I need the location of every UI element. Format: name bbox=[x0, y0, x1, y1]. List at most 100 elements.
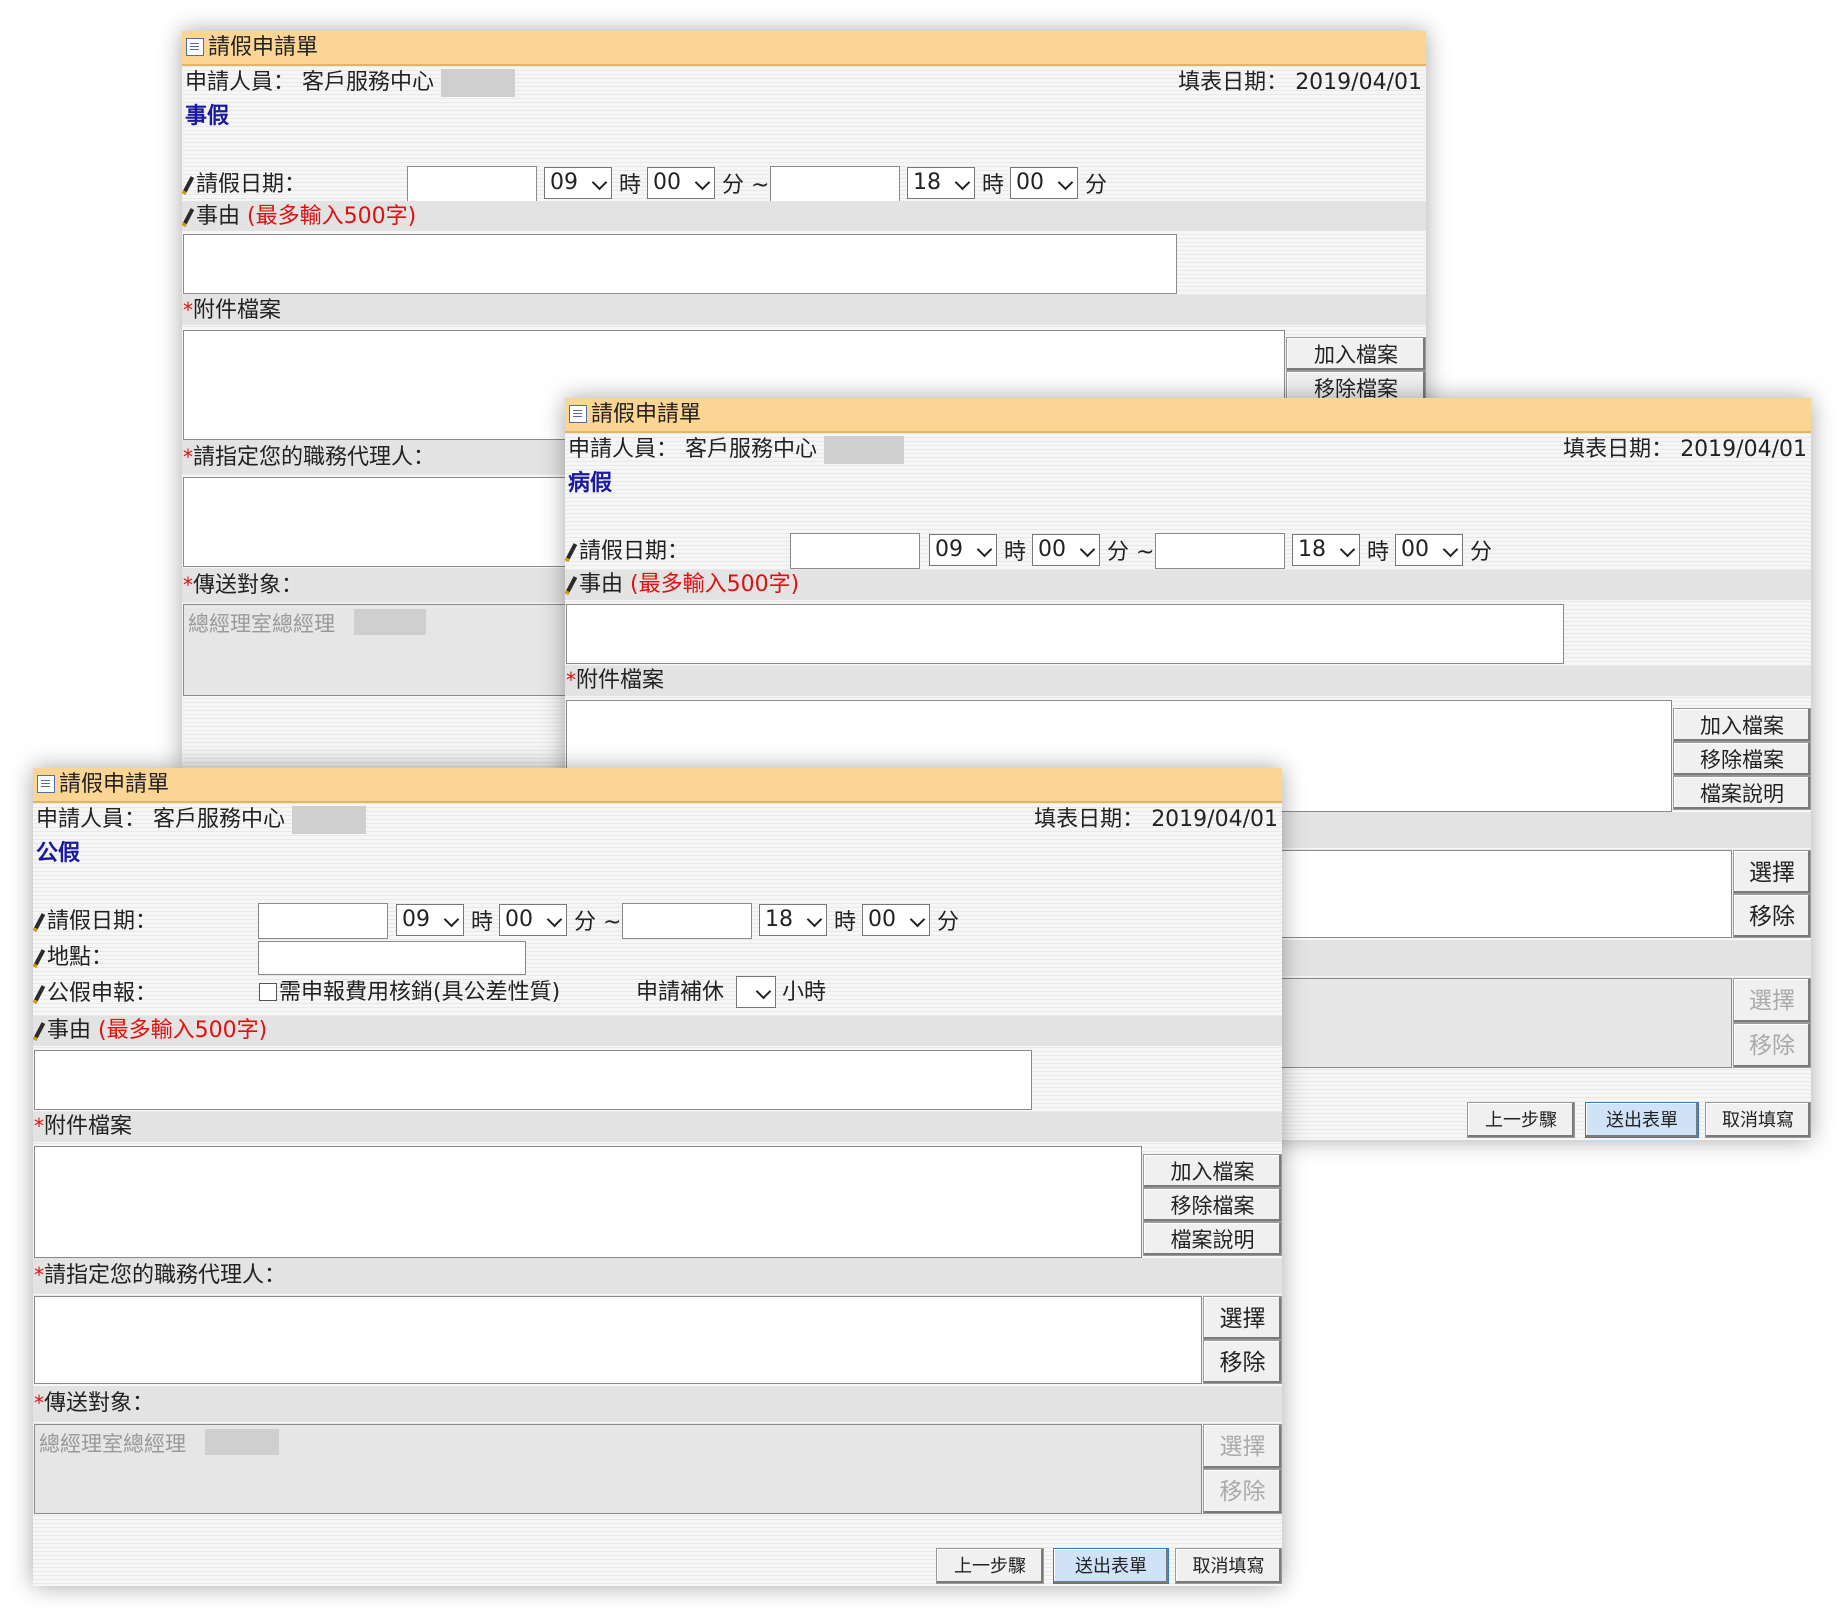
reason-limit-note: (最多輸入500字) bbox=[247, 204, 417, 229]
end-hour-select[interactable]: 18 bbox=[759, 904, 827, 936]
leave-type: 病假 bbox=[568, 471, 613, 496]
hour-unit: 時 bbox=[619, 173, 642, 198]
minute-tilde: 分 ~ bbox=[722, 173, 770, 198]
cancel-form-button[interactable]: 取消填寫 bbox=[1175, 1548, 1282, 1584]
attachment-list[interactable] bbox=[34, 1146, 1142, 1258]
deputy-remove-button[interactable]: 移除 bbox=[1203, 1340, 1282, 1384]
deputy-select-button[interactable]: 選擇 bbox=[1203, 1296, 1282, 1340]
attachment-band bbox=[565, 666, 1811, 696]
remove-file-button[interactable]: 移除檔案 bbox=[1673, 742, 1811, 776]
required-star: * bbox=[183, 573, 193, 597]
required-star: * bbox=[566, 668, 576, 692]
chevron-down-icon bbox=[546, 911, 563, 928]
end-hour-select[interactable]: 18 bbox=[1292, 534, 1360, 566]
expense-checkbox[interactable] bbox=[259, 983, 277, 1001]
pencil-icon bbox=[565, 543, 578, 562]
end-minute-select[interactable]: 00 bbox=[1010, 167, 1078, 199]
official-report-label: 公假申報： bbox=[47, 981, 158, 1006]
recipient-list: 總經理室總經理 bbox=[34, 1424, 1202, 1514]
leave-type: 公假 bbox=[36, 841, 81, 866]
comp-leave-hours-select[interactable] bbox=[736, 976, 776, 1008]
leave-date-label: 請假日期： bbox=[47, 909, 158, 934]
deputy-list[interactable] bbox=[34, 1296, 1202, 1384]
deputy-remove-button[interactable]: 移除 bbox=[1733, 894, 1811, 938]
required-star: * bbox=[183, 445, 193, 469]
fill-date-value: 2019/04/01 bbox=[1151, 807, 1278, 832]
cancel-form-button[interactable]: 取消填寫 bbox=[1705, 1102, 1811, 1138]
required-star: * bbox=[183, 298, 193, 322]
reason-label-row: 事由 (最多輸入500字) bbox=[33, 1017, 267, 1045]
start-date-input[interactable] bbox=[407, 166, 537, 202]
form-title-bar: 請假申請單 bbox=[182, 31, 1426, 66]
applicant-row: 申請人員： 客戶服務中心 bbox=[568, 436, 905, 464]
attachment-label-row: *附件檔案 bbox=[183, 296, 281, 325]
applicant-value: 客戶服務中心 bbox=[153, 807, 286, 832]
recipient-remove-button[interactable]: 移除 bbox=[1733, 1023, 1811, 1068]
attachment-band bbox=[33, 1112, 1282, 1142]
leave-type: 事假 bbox=[185, 104, 230, 129]
minute-unit: 分 bbox=[1085, 173, 1108, 198]
fill-date-row: 填表日期： 2019/04/01 bbox=[1034, 806, 1278, 834]
expense-checkbox-label: 需申報費用核銷(具公差性質) bbox=[279, 980, 561, 1005]
applicant-row: 申請人員： 客戶服務中心 bbox=[185, 69, 516, 97]
file-note-button[interactable]: 檔案說明 bbox=[1673, 776, 1811, 810]
expense-checkbox-row[interactable]: 需申報費用核銷(具公差性質) bbox=[259, 979, 560, 1007]
submit-form-button[interactable]: 送出表單 bbox=[1053, 1548, 1169, 1584]
add-file-button[interactable]: 加入檔案 bbox=[1673, 708, 1811, 742]
add-file-button[interactable]: 加入檔案 bbox=[1143, 1154, 1282, 1188]
chevron-down-icon bbox=[1057, 174, 1074, 191]
fill-date-label: 填表日期： bbox=[1563, 437, 1674, 462]
reason-textarea[interactable] bbox=[566, 604, 1564, 664]
start-date-input[interactable] bbox=[790, 533, 920, 569]
location-label-row: 地點： bbox=[33, 944, 113, 972]
prev-step-button[interactable]: 上一步驟 bbox=[1467, 1102, 1575, 1138]
fill-date-label: 填表日期： bbox=[1034, 807, 1145, 832]
start-hour-select[interactable]: 09 bbox=[544, 167, 612, 199]
recipient-label: 傳送對象： bbox=[193, 573, 304, 598]
prev-step-button[interactable]: 上一步驟 bbox=[936, 1548, 1044, 1584]
add-file-button[interactable]: 加入檔案 bbox=[1286, 337, 1426, 371]
recipient-remove-button[interactable]: 移除 bbox=[1203, 1469, 1282, 1514]
recipient-select-button[interactable]: 選擇 bbox=[1203, 1424, 1282, 1469]
hour-unit: 時 bbox=[982, 173, 1005, 198]
end-date-input[interactable] bbox=[770, 166, 900, 202]
file-note-button[interactable]: 檔案說明 bbox=[1143, 1222, 1282, 1256]
deputy-label: 請指定您的職務代理人： bbox=[44, 1263, 287, 1288]
reason-textarea[interactable] bbox=[183, 234, 1177, 294]
recipient-select-button[interactable]: 選擇 bbox=[1733, 978, 1811, 1023]
end-minute-select[interactable]: 00 bbox=[862, 904, 930, 936]
start-minute-select[interactable]: 00 bbox=[1032, 534, 1100, 566]
recipient-label-row: *傳送對象： bbox=[34, 1389, 154, 1418]
start-minute-select[interactable]: 00 bbox=[647, 167, 715, 199]
start-minute-select[interactable]: 00 bbox=[499, 904, 567, 936]
start-hour-select[interactable]: 09 bbox=[929, 534, 997, 566]
required-star: * bbox=[34, 1391, 44, 1415]
attachment-label: 附件檔案 bbox=[576, 668, 665, 693]
pencil-icon bbox=[33, 985, 46, 1004]
applicant-label: 申請人員： bbox=[36, 807, 147, 832]
chevron-down-icon bbox=[1339, 541, 1356, 558]
reason-textarea[interactable] bbox=[34, 1050, 1032, 1110]
leave-date-label-row: 請假日期： bbox=[33, 908, 157, 936]
reason-label-row: 事由 (最多輸入500字) bbox=[182, 203, 416, 231]
remove-file-button[interactable]: 移除檔案 bbox=[1143, 1188, 1282, 1222]
end-date-input[interactable] bbox=[622, 903, 752, 939]
end-minute-select[interactable]: 00 bbox=[1395, 534, 1463, 566]
redacted-name bbox=[824, 436, 905, 464]
fill-date-value: 2019/04/01 bbox=[1680, 437, 1807, 462]
comp-leave-label: 申請補休 bbox=[636, 980, 725, 1005]
start-hour-select[interactable]: 09 bbox=[396, 904, 464, 936]
deputy-select-button[interactable]: 選擇 bbox=[1733, 850, 1811, 894]
applicant-label: 申請人員： bbox=[568, 437, 679, 462]
end-hour-select[interactable]: 18 bbox=[907, 167, 975, 199]
form-title-bar: 請假申請單 bbox=[33, 768, 1282, 803]
chevron-down-icon bbox=[443, 911, 460, 928]
redacted-name bbox=[292, 806, 367, 834]
deputy-list[interactable] bbox=[183, 477, 583, 567]
recipient-band bbox=[33, 1386, 1282, 1422]
end-date-input[interactable] bbox=[1155, 533, 1285, 569]
location-input[interactable] bbox=[258, 941, 526, 975]
submit-form-button[interactable]: 送出表單 bbox=[1585, 1102, 1699, 1138]
start-date-input[interactable] bbox=[258, 903, 388, 939]
minute-unit: 分 bbox=[1470, 540, 1493, 565]
